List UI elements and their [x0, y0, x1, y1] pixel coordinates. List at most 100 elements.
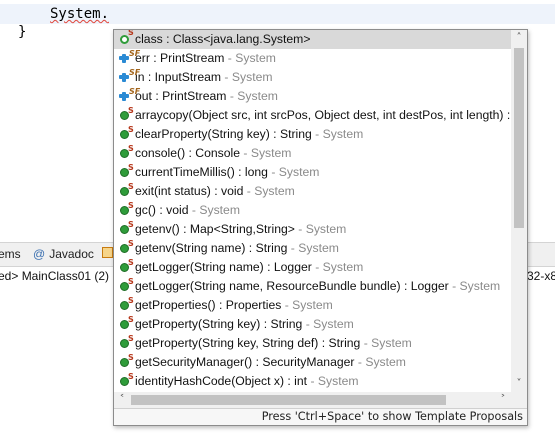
- modifier-badge-icon: SF: [129, 87, 141, 96]
- proposal-qualifier: - System: [188, 203, 240, 217]
- static-final-field-icon: [119, 73, 129, 82]
- proposal-signature: class : Class<java.lang.System>: [135, 32, 311, 46]
- tab-javadoc[interactable]: @ Javadoc: [33, 247, 94, 261]
- proposal-signature: getenv() : Map<String,String>: [135, 222, 295, 236]
- console-title-suffix: 32-x8: [527, 269, 555, 283]
- static-final-field-icon: [119, 92, 129, 101]
- modifier-badge-icon: S: [128, 353, 134, 362]
- proposal-item[interactable]: Sexit(int status) : void - System: [114, 182, 511, 201]
- scroll-left-arrow-icon[interactable]: ˂: [114, 392, 130, 408]
- proposal-item[interactable]: Sarraycopy(Object src, int srcPos, Objec…: [114, 106, 511, 125]
- modifier-badge-icon: S: [128, 277, 134, 286]
- proposal-qualifier: - System: [448, 279, 501, 293]
- proposal-item[interactable]: Sgetenv() : Map<String,String> - System: [114, 220, 511, 239]
- proposal-signature: getLogger(String name) : Logger: [135, 260, 312, 274]
- modifier-badge-icon: S: [128, 296, 134, 305]
- code-line-system[interactable]: System.: [50, 6, 109, 22]
- code-line-brace[interactable]: }: [18, 24, 26, 40]
- static-final-field-icon: [119, 54, 129, 63]
- proposal-item[interactable]: SF out : PrintStream - System: [114, 87, 511, 106]
- scroll-right-arrow-icon[interactable]: ˃: [495, 392, 511, 408]
- proposal-signature: gc() : void: [135, 203, 189, 217]
- modifier-badge-icon: SF: [129, 68, 141, 77]
- proposal-qualifier: - System: [226, 89, 278, 103]
- proposal-signature: console() : Console: [135, 146, 240, 160]
- proposal-qualifier: - System: [311, 127, 364, 141]
- proposal-item[interactable]: SgetSecurityManager() : SecurityManager …: [114, 353, 511, 372]
- proposal-signature: getLogger(String name, ResourceBundle bu…: [135, 279, 449, 293]
- proposal-item[interactable]: SgetLogger(String name) : Logger - Syste…: [114, 258, 511, 277]
- modifier-badge-icon: S: [128, 125, 134, 134]
- scrollbar-corner: [511, 392, 527, 408]
- proposal-qualifier: - System: [354, 355, 406, 369]
- proposal-signature: in : InputStream: [135, 70, 222, 84]
- proposal-signature: getProperty(String key) : String: [135, 317, 303, 331]
- modifier-badge-icon: S: [128, 372, 134, 381]
- proposal-qualifier: - System: [287, 241, 339, 255]
- proposal-qualifier: - System: [360, 336, 412, 350]
- modifier-badge-icon: S: [128, 201, 134, 210]
- horizontal-scroll-thumb[interactable]: [131, 395, 446, 405]
- proposal-signature: getSecurityManager() : SecurityManager: [135, 355, 355, 369]
- proposal-item[interactable]: SgetLogger(String name, ResourceBundle b…: [114, 277, 511, 296]
- modifier-badge-icon: S: [128, 106, 134, 115]
- content-assist-popup[interactable]: Sclass : Class<java.lang.System> SF err : …: [113, 29, 528, 426]
- modifier-badge-icon: S: [128, 315, 134, 324]
- modifier-badge-icon: S: [128, 220, 134, 229]
- proposal-qualifier: - System: [281, 298, 333, 312]
- proposal-signature: getProperty(String key, String def) : St…: [135, 336, 361, 350]
- proposal-qualifier: - System: [294, 222, 347, 236]
- proposal-item[interactable]: SgetProperties() : Properties - System: [114, 296, 511, 315]
- proposal-signature: err : PrintStream: [135, 51, 225, 65]
- proposal-item[interactable]: ScurrentTimeMillis() : long - System: [114, 163, 511, 182]
- proposal-item[interactable]: Sgc() : void - System: [114, 201, 511, 220]
- proposal-signature: identityHashCode(Object x) : int: [135, 374, 308, 388]
- proposal-qualifier: - System: [302, 317, 354, 331]
- declaration-icon: [102, 247, 113, 258]
- proposal-list[interactable]: Sclass : Class<java.lang.System> SF err : …: [114, 30, 511, 392]
- scroll-down-arrow-icon[interactable]: ˅: [511, 376, 527, 392]
- proposal-item[interactable]: Sconsole() : Console - System: [114, 144, 511, 163]
- tab-problems[interactable]: ems: [0, 247, 21, 261]
- proposal-item[interactable]: SidentityHashCode(Object x) : int - Syst…: [114, 372, 511, 391]
- proposal-signature: exit(int status) : void: [135, 184, 244, 198]
- proposal-signature: clearProperty(String key) : String: [135, 127, 312, 141]
- proposal-qualifier: - System: [311, 260, 364, 274]
- modifier-badge-icon: SF: [129, 49, 141, 58]
- tab-declaration[interactable]: [102, 247, 113, 261]
- proposal-item[interactable]: Sclass : Class<java.lang.System>: [114, 30, 511, 49]
- modifier-badge-icon: S: [128, 30, 134, 37]
- vertical-scrollbar[interactable]: ˄ ˅: [511, 30, 527, 392]
- proposal-qualifier: - System: [224, 51, 276, 65]
- proposal-qualifier: - System: [267, 165, 320, 179]
- proposal-signature: arraycopy(Object src, int srcPos, Object…: [135, 108, 511, 122]
- tab-javadoc-label: Javadoc: [49, 247, 94, 261]
- proposal-qualifier: - System: [240, 146, 292, 160]
- proposal-item[interactable]: SgetProperty(String key, String def) : S…: [114, 334, 511, 353]
- modifier-badge-icon: S: [128, 334, 134, 343]
- modifier-badge-icon: S: [128, 258, 134, 267]
- proposal-signature: getProperties() : Properties: [135, 298, 282, 312]
- proposal-item[interactable]: Sgetenv(String name) : String - System: [114, 239, 511, 258]
- code-text: System.: [50, 6, 110, 22]
- template-proposals-hint: Press 'Ctrl+Space' to show Template Prop…: [114, 408, 527, 425]
- proposal-item[interactable]: SgetProperty(String key) : String - Syst…: [114, 315, 511, 334]
- proposal-qualifier: - System: [307, 374, 359, 388]
- proposal-signature: currentTimeMillis() : long: [135, 165, 268, 179]
- proposal-item[interactable]: SF in : InputStream - System: [114, 68, 511, 87]
- proposal-signature: getenv(String name) : String: [135, 241, 288, 255]
- proposal-item[interactable]: SclearProperty(String key) : String - Sy…: [114, 125, 511, 144]
- modifier-badge-icon: S: [128, 182, 134, 191]
- vertical-scroll-thumb[interactable]: [514, 48, 524, 228]
- proposal-item[interactable]: SF err : PrintStream - System: [114, 49, 511, 68]
- modifier-badge-icon: S: [128, 144, 134, 153]
- proposal-signature: out : PrintStream: [135, 89, 227, 103]
- modifier-badge-icon: S: [128, 239, 134, 248]
- at-icon: @: [33, 247, 46, 261]
- proposal-qualifier: - System: [243, 184, 295, 198]
- modifier-badge-icon: S: [128, 163, 134, 172]
- console-title: ed> MainClass01 (2): [0, 269, 110, 283]
- scroll-up-arrow-icon[interactable]: ˄: [511, 30, 527, 46]
- proposal-qualifier: - System: [221, 70, 273, 84]
- horizontal-scrollbar[interactable]: ˂ ˃: [114, 392, 511, 408]
